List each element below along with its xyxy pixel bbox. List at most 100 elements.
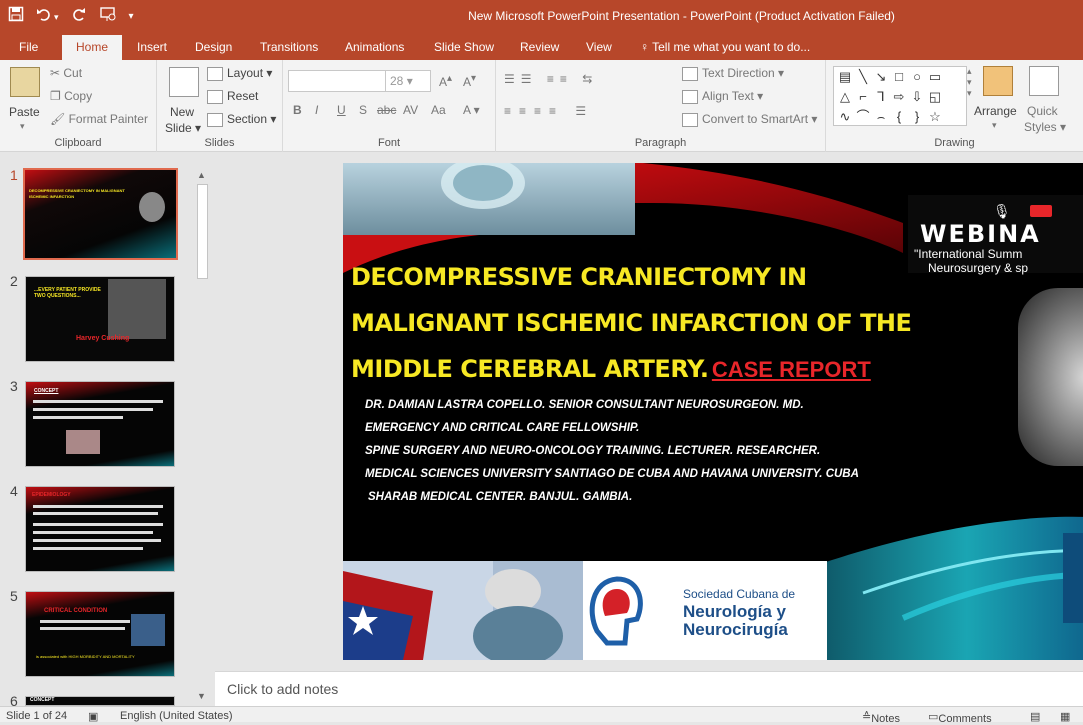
connector-shape-icon[interactable]: ⌐ bbox=[854, 87, 872, 107]
font-name-input[interactable] bbox=[288, 70, 386, 92]
thumbnail-scrollbar[interactable]: ▲ ▼ bbox=[195, 168, 210, 703]
format-painter-button[interactable]: 🖌 Format Painter bbox=[50, 112, 148, 126]
cut-button[interactable]: ✂ Cut bbox=[50, 66, 82, 80]
slide-thumbnail-6[interactable]: CONCEPT bbox=[25, 696, 175, 706]
arrow-line-shape-icon[interactable]: ↘ bbox=[872, 67, 890, 87]
font-color-button[interactable]: A ▾ bbox=[463, 103, 480, 117]
reset-icon bbox=[207, 89, 223, 104]
side-image bbox=[1063, 533, 1083, 623]
scroll-thumb[interactable] bbox=[197, 184, 208, 279]
notes-button[interactable]: ≙ Notes bbox=[862, 710, 900, 725]
tab-file[interactable]: File bbox=[19, 39, 38, 55]
group-label-clipboard: Clipboard bbox=[54, 137, 102, 149]
brain-ct-image bbox=[1018, 288, 1083, 466]
strikethrough-button[interactable]: abc bbox=[377, 103, 396, 117]
slide-thumbnail-3[interactable]: CONCEPT bbox=[25, 381, 175, 467]
slide-number: 4 bbox=[10, 483, 18, 499]
change-case-button[interactable]: Aa bbox=[431, 103, 446, 117]
list-buttons[interactable]: ☰☰ ≡≡ ⇆ bbox=[504, 72, 598, 86]
comments-button[interactable]: ▭ Comments bbox=[928, 710, 992, 725]
tab-review[interactable]: Review bbox=[520, 39, 559, 55]
status-bar: Slide 1 of 24 ▣ English (United States) … bbox=[0, 706, 1083, 725]
bottom-banner: Sociedad Cubana de Neurología y Neurocir… bbox=[343, 561, 827, 660]
arrange-button[interactable]: Arrange ▾ bbox=[974, 64, 1022, 139]
scroll-down-icon[interactable]: ▼ bbox=[197, 691, 206, 701]
current-slide[interactable]: 🎙 WEBINA "International Summ Neurosurger… bbox=[343, 163, 1083, 660]
webinar-banner: 🎙 WEBINA "International Summ Neurosurger… bbox=[908, 195, 1083, 275]
callout-shape-icon[interactable]: ◱ bbox=[926, 87, 944, 107]
line-shape-icon[interactable]: ╲ bbox=[854, 67, 872, 87]
slide-sorter-icon[interactable]: ▦ bbox=[1060, 710, 1070, 723]
rounded-rect-shape-icon[interactable]: ▭ bbox=[926, 67, 944, 87]
paste-button[interactable]: Paste ▾ bbox=[6, 65, 42, 135]
tab-home[interactable]: Home bbox=[62, 35, 123, 60]
normal-view-icon[interactable]: ▤ bbox=[1030, 710, 1040, 723]
freeform-shape-icon[interactable]: ⌒ bbox=[854, 107, 872, 127]
smartart-icon bbox=[682, 112, 698, 127]
title-bar: ▾ ▾ New Microsoft PowerPoint Presentatio… bbox=[0, 0, 1083, 34]
video-camera-icon bbox=[1030, 205, 1052, 217]
brace-right-shape-icon[interactable]: } bbox=[908, 107, 926, 127]
window-title: New Microsoft PowerPoint Presentation - … bbox=[468, 9, 895, 23]
spellcheck-icon[interactable]: ▣ bbox=[88, 710, 98, 723]
section-icon bbox=[207, 112, 223, 127]
textbox-shape-icon[interactable]: ▤ bbox=[836, 67, 854, 87]
alignment-buttons[interactable]: ≡≡≡≡ ☰ bbox=[504, 104, 594, 118]
quick-styles-button[interactable]: Quick Styles ▾ bbox=[1024, 64, 1066, 139]
font-size-input[interactable]: 28 ▾ bbox=[385, 70, 431, 92]
section-button[interactable]: Section ▾ bbox=[207, 112, 276, 127]
text-direction-button[interactable]: Text Direction ▾ bbox=[682, 66, 784, 81]
oval-shape-icon[interactable]: ○ bbox=[908, 67, 926, 87]
brace-left-shape-icon[interactable]: { bbox=[890, 107, 908, 127]
slide-editing-area: 🎙 WEBINA "International Summ Neurosurger… bbox=[215, 153, 1083, 671]
tab-transitions[interactable]: Transitions bbox=[260, 39, 318, 55]
slide-thumbnail-4[interactable]: EPIDEMIOLOGY bbox=[25, 486, 175, 572]
underline-button[interactable]: U bbox=[337, 103, 346, 117]
slide-thumbnail-5[interactable]: CRITICAL CONDITION is associated with HI… bbox=[25, 591, 175, 677]
shapes-scroll[interactable]: ▴ ▾ ▾ bbox=[967, 66, 972, 99]
new-slide-button[interactable]: New Slide ▾ bbox=[165, 65, 205, 137]
tab-slide-show[interactable]: Slide Show bbox=[434, 39, 494, 55]
star-shape-icon[interactable]: ☆ bbox=[926, 107, 944, 127]
quick-styles-icon bbox=[1029, 66, 1059, 96]
copy-button[interactable]: ❐ Copy bbox=[50, 89, 92, 103]
reset-button[interactable]: Reset bbox=[207, 89, 258, 104]
down-arrow-shape-icon[interactable]: ⇩ bbox=[908, 87, 926, 107]
tab-design[interactable]: Design bbox=[195, 39, 232, 55]
thumb-portrait-image bbox=[108, 279, 166, 339]
right-arrow-shape-icon[interactable]: ⇨ bbox=[890, 87, 908, 107]
triangle-shape-icon[interactable]: △ bbox=[836, 87, 854, 107]
slide-thumbnail-1[interactable]: DECOMPRESSIVE CRANIECTOMY IN MALIGNANT I… bbox=[23, 168, 178, 260]
char-spacing-button[interactable]: AV bbox=[403, 103, 418, 117]
layout-button[interactable]: Layout ▾ bbox=[207, 66, 272, 81]
language-indicator[interactable]: English (United States) bbox=[120, 710, 233, 722]
group-label-slides: Slides bbox=[204, 137, 235, 149]
thumb-brain-scan bbox=[131, 614, 165, 646]
thumb-illustration bbox=[66, 430, 100, 454]
shadow-button[interactable]: S bbox=[359, 103, 367, 117]
increase-font-button[interactable]: A▴ bbox=[439, 73, 452, 89]
tab-view[interactable]: View bbox=[586, 39, 612, 55]
scroll-up-icon[interactable]: ▲ bbox=[197, 170, 206, 180]
text-direction-icon bbox=[682, 66, 698, 81]
author-info: DR. DAMIAN LASTRA COPELLO. SENIOR CONSUL… bbox=[365, 399, 859, 503]
cuba-flag-surgeon-image bbox=[343, 561, 583, 660]
case-report-label: CASE REPORT bbox=[711, 357, 871, 382]
slide-thumbnail-2[interactable]: ...EVERY PATIENT PROVIDE TWO QUESTIONS..… bbox=[25, 276, 175, 362]
convert-smartart-button[interactable]: Convert to SmartArt ▾ bbox=[682, 112, 817, 127]
arc-shape-icon[interactable]: ⌢ bbox=[872, 107, 890, 127]
align-text-button[interactable]: Align Text ▾ bbox=[682, 89, 763, 104]
align-text-icon bbox=[682, 89, 698, 104]
slide-thumbnail-pane: 1 DECOMPRESSIVE CRANIECTOMY IN MALIGNANT… bbox=[0, 153, 215, 709]
elbow-shape-icon[interactable]: ⅂ bbox=[872, 87, 890, 107]
decrease-font-button[interactable]: A▾ bbox=[463, 73, 476, 89]
notes-pane[interactable]: Click to add notes bbox=[215, 671, 1083, 706]
curve-shape-icon[interactable]: ∿ bbox=[836, 107, 854, 127]
tab-insert[interactable]: Insert bbox=[137, 39, 167, 55]
rectangle-shape-icon[interactable]: □ bbox=[890, 67, 908, 87]
tab-animations[interactable]: Animations bbox=[345, 39, 404, 55]
shapes-gallery[interactable]: ▤ ╲ ↘ □ ○ ▭ △ ⌐ ⅂ ⇨ ⇩ ◱ ∿ ⌒ ⌢{} ☆ bbox=[833, 66, 967, 126]
bold-button[interactable]: B bbox=[293, 103, 302, 117]
italic-button[interactable]: I bbox=[315, 103, 318, 117]
tell-me-search[interactable]: ♀ Tell me what you want to do... bbox=[640, 39, 810, 55]
